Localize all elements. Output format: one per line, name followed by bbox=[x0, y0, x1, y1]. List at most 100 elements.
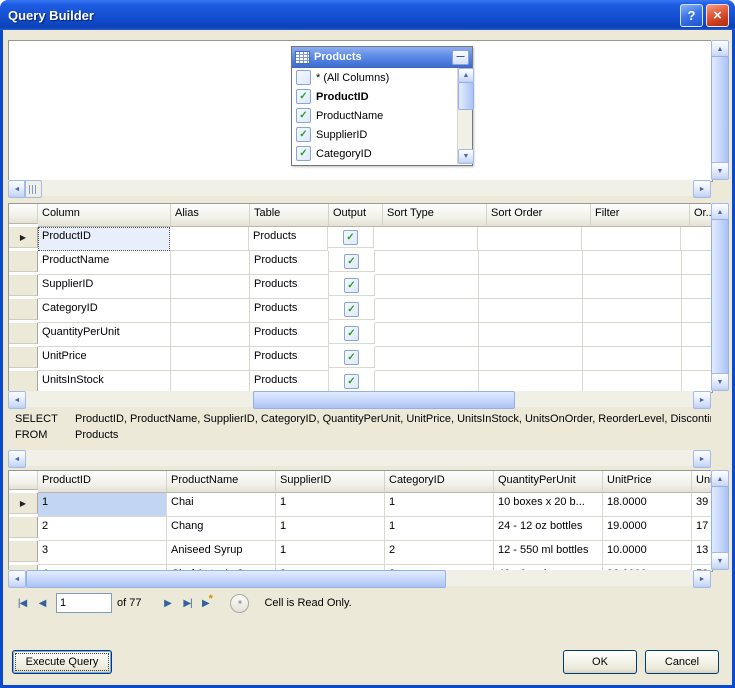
criteria-horizontal-scrollbar[interactable]: ◄ ► bbox=[8, 391, 711, 407]
cell-output[interactable]: ✓ bbox=[328, 227, 374, 248]
cell-or[interactable] bbox=[681, 227, 713, 251]
cell-table[interactable]: Products bbox=[250, 347, 329, 371]
cell-productid[interactable]: 1 bbox=[38, 493, 167, 517]
cell-unitsinstock[interactable]: 17 bbox=[692, 517, 713, 541]
cell-unitprice[interactable]: 10.0000 bbox=[603, 541, 692, 565]
cell-column[interactable]: UnitsInStock bbox=[38, 371, 171, 393]
header-categoryid[interactable]: CategoryID bbox=[385, 471, 494, 493]
execute-query-button[interactable]: Execute Query bbox=[12, 650, 112, 674]
scroll-right-icon[interactable]: ► bbox=[693, 450, 711, 468]
cell-column[interactable]: UnitPrice bbox=[38, 347, 171, 371]
pane-splitter-handle[interactable] bbox=[24, 180, 42, 198]
header-quantityperunit[interactable]: QuantityPerUnit bbox=[494, 471, 603, 493]
list-item-categoryid[interactable]: ✓ CategoryID bbox=[292, 144, 457, 163]
scrollbar-thumb[interactable] bbox=[711, 486, 729, 556]
row-selector[interactable] bbox=[9, 347, 38, 368]
header-unitsinstock[interactable]: UnitsInStock bbox=[692, 471, 713, 493]
scrollbar-thumb[interactable] bbox=[253, 391, 515, 409]
help-button[interactable]: ? bbox=[680, 4, 703, 27]
sql-horizontal-scrollbar[interactable]: ◄ ► bbox=[8, 450, 711, 466]
header-productid[interactable]: ProductID bbox=[38, 471, 167, 493]
scroll-left-icon[interactable]: ◄ bbox=[8, 450, 26, 468]
cell-sort-type[interactable] bbox=[375, 347, 479, 371]
ok-button[interactable]: OK bbox=[563, 650, 637, 674]
list-item-supplierid[interactable]: ✓ SupplierID bbox=[292, 125, 457, 144]
cell-quantityperunit[interactable]: 10 boxes x 20 b... bbox=[494, 493, 603, 517]
output-checkbox[interactable]: ✓ bbox=[344, 374, 359, 389]
results-horizontal-scrollbar[interactable]: ◄ ► bbox=[8, 570, 711, 586]
row-selector[interactable] bbox=[9, 251, 38, 272]
row-selector[interactable] bbox=[9, 323, 38, 344]
cell-table[interactable]: Products bbox=[250, 251, 329, 275]
cell-or[interactable] bbox=[682, 251, 713, 275]
cell-quantityperunit[interactable]: 24 - 12 oz bottles bbox=[494, 517, 603, 541]
column-checkbox[interactable]: ✓ bbox=[296, 146, 311, 161]
header-sort-order[interactable]: Sort Order bbox=[487, 204, 591, 227]
cell-output[interactable]: ✓ bbox=[329, 251, 375, 272]
collapse-button[interactable]: — bbox=[452, 50, 469, 65]
move-previous-button[interactable]: ◀ bbox=[32, 593, 52, 613]
output-checkbox[interactable]: ✓ bbox=[344, 326, 359, 341]
table-window-header[interactable]: Products — bbox=[292, 47, 472, 68]
sql-pane[interactable]: SELECT ProductID, ProductName, SupplierI… bbox=[8, 411, 711, 447]
title-bar[interactable]: Query Builder ? × bbox=[0, 0, 735, 30]
cell-output[interactable]: ✓ bbox=[329, 347, 375, 368]
cell-output[interactable]: ✓ bbox=[329, 371, 375, 392]
list-item-productid[interactable]: ✓ ProductID bbox=[292, 87, 457, 106]
output-checkbox[interactable]: ✓ bbox=[343, 230, 358, 245]
cell-table[interactable]: Products bbox=[249, 227, 328, 251]
products-table-window[interactable]: Products — * (All Columns) ✓ ProductID bbox=[291, 46, 473, 166]
cell-table[interactable]: Products bbox=[250, 323, 329, 347]
scrollbar-thumb[interactable] bbox=[711, 56, 729, 166]
cell-or[interactable] bbox=[682, 275, 713, 299]
cell-unitprice[interactable]: 19.0000 bbox=[603, 517, 692, 541]
cell-filter[interactable] bbox=[583, 251, 682, 275]
cell-sort-type[interactable] bbox=[375, 275, 479, 299]
scroll-right-icon[interactable]: ► bbox=[693, 570, 711, 588]
cell-categoryid[interactable]: 2 bbox=[385, 541, 494, 565]
cell-sort-type[interactable] bbox=[375, 323, 479, 347]
header-supplierid[interactable]: SupplierID bbox=[276, 471, 385, 493]
cell-column[interactable]: ProductName bbox=[38, 251, 171, 275]
cell-filter[interactable] bbox=[583, 275, 682, 299]
cell-filter[interactable] bbox=[583, 323, 682, 347]
stop-query-button[interactable]: ■ bbox=[230, 594, 249, 613]
scroll-down-icon[interactable]: ▼ bbox=[711, 373, 729, 391]
cell-output[interactable]: ✓ bbox=[329, 299, 375, 320]
row-selector[interactable]: ▶ bbox=[9, 493, 38, 514]
cell-productid[interactable]: 3 bbox=[38, 541, 167, 565]
cell-alias[interactable] bbox=[171, 275, 250, 299]
cell-or[interactable] bbox=[682, 323, 713, 347]
cell-alias[interactable] bbox=[170, 227, 249, 251]
column-checkbox[interactable]: ✓ bbox=[296, 108, 311, 123]
list-item-all-columns[interactable]: * (All Columns) bbox=[292, 68, 457, 87]
output-checkbox[interactable]: ✓ bbox=[344, 254, 359, 269]
cell-filter[interactable] bbox=[583, 371, 682, 393]
cell-sort-order[interactable] bbox=[479, 323, 583, 347]
move-new-row-button[interactable]: ▶* bbox=[197, 593, 217, 613]
header-or[interactable]: Or... bbox=[690, 204, 713, 227]
cell-categoryid[interactable]: 1 bbox=[385, 493, 494, 517]
header-output[interactable]: Output bbox=[329, 204, 383, 227]
scroll-right-icon[interactable]: ► bbox=[693, 180, 711, 198]
scrollbar-thumb[interactable] bbox=[26, 570, 446, 588]
diagram-horizontal-scrollbar[interactable]: ◄ ► bbox=[8, 180, 711, 196]
cell-filter[interactable] bbox=[582, 227, 681, 251]
column-checkbox[interactable] bbox=[296, 70, 311, 85]
cell-productname[interactable]: Aniseed Syrup bbox=[167, 541, 276, 565]
cell-sort-type[interactable] bbox=[374, 227, 478, 251]
cell-table[interactable]: Products bbox=[250, 275, 329, 299]
scroll-right-icon[interactable]: ► bbox=[693, 391, 711, 409]
cell-output[interactable]: ✓ bbox=[329, 275, 375, 296]
row-selector[interactable] bbox=[9, 299, 38, 320]
scroll-down-icon[interactable]: ▼ bbox=[711, 162, 729, 180]
row-selector[interactable]: ▶ bbox=[9, 227, 38, 248]
header-filter[interactable]: Filter bbox=[591, 204, 690, 227]
header-productname[interactable]: ProductName bbox=[167, 471, 276, 493]
cell-table[interactable]: Products bbox=[250, 299, 329, 323]
cell-output[interactable]: ✓ bbox=[329, 323, 375, 344]
cell-alias[interactable] bbox=[171, 371, 250, 393]
header-sort-type[interactable]: Sort Type bbox=[383, 204, 487, 227]
move-next-button[interactable]: ▶ bbox=[157, 593, 177, 613]
cell-column[interactable]: QuantityPerUnit bbox=[38, 323, 171, 347]
